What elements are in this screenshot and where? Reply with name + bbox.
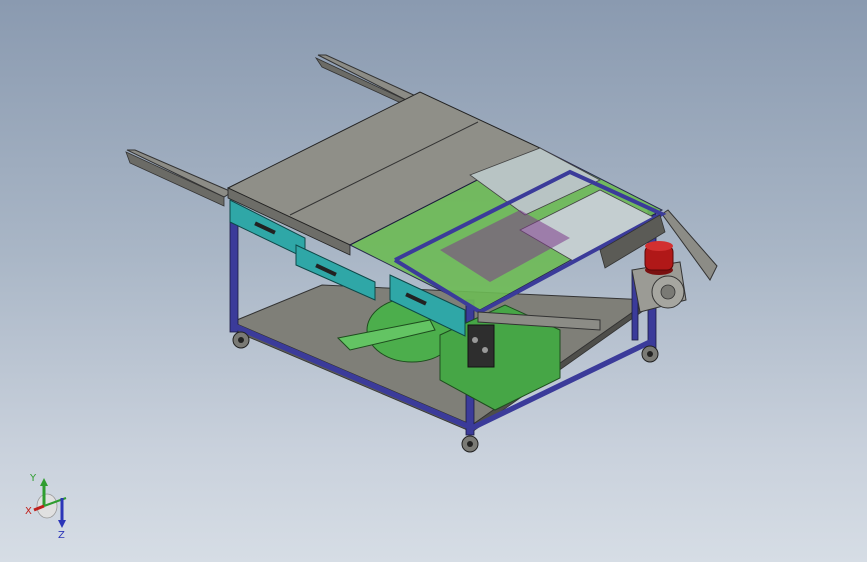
- machine-cart-model[interactable]: [0, 0, 867, 562]
- cad-viewport[interactable]: Y X Z: [0, 0, 867, 562]
- x-axis-label: X: [25, 506, 32, 517]
- warning-beacon: [644, 241, 674, 275]
- z-axis-label: Z: [58, 530, 65, 540]
- axis-triad[interactable]: Y X Z: [22, 470, 82, 540]
- y-axis-label: Y: [29, 473, 37, 484]
